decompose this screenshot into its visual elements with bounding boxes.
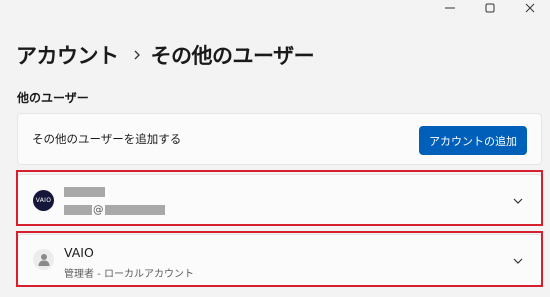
user-card-local-account[interactable]: VAIO 管理者 - ローカルアカウント (17, 234, 542, 286)
user-name: VAIO (64, 245, 94, 260)
chevron-right-icon (133, 49, 141, 61)
minimize-icon (445, 7, 455, 9)
section-title: 他のユーザー (17, 91, 89, 105)
redacted-user-name (64, 187, 105, 197)
redacted-email-local (64, 205, 92, 215)
maximize-button[interactable] (470, 0, 510, 16)
email-at-sign: @ (93, 204, 104, 216)
close-button[interactable] (510, 0, 550, 16)
maximize-icon (485, 3, 495, 13)
user-email: @ (64, 205, 165, 215)
window-controls (430, 0, 550, 16)
close-icon (525, 3, 535, 13)
minimize-button[interactable] (430, 0, 470, 16)
add-account-button[interactable]: アカウントの追加 (419, 126, 527, 155)
add-user-card: その他のユーザーを追加する アカウントの追加 (17, 113, 542, 165)
user-card-microsoft-account[interactable]: VAIO @ (17, 174, 542, 226)
redacted-email-domain (104, 205, 165, 215)
add-user-label: その他のユーザーを追加する (32, 132, 182, 146)
vaio-logo-avatar: VAIO (33, 190, 54, 211)
breadcrumb-root[interactable]: アカウント (16, 40, 119, 70)
user-role: 管理者 - ローカルアカウント (64, 269, 194, 280)
breadcrumb: アカウント その他のユーザー (16, 40, 315, 70)
person-icon (33, 249, 54, 270)
page-title: その他のユーザー (150, 44, 315, 68)
chevron-down-icon[interactable] (512, 256, 524, 266)
chevron-down-icon[interactable] (512, 196, 524, 206)
